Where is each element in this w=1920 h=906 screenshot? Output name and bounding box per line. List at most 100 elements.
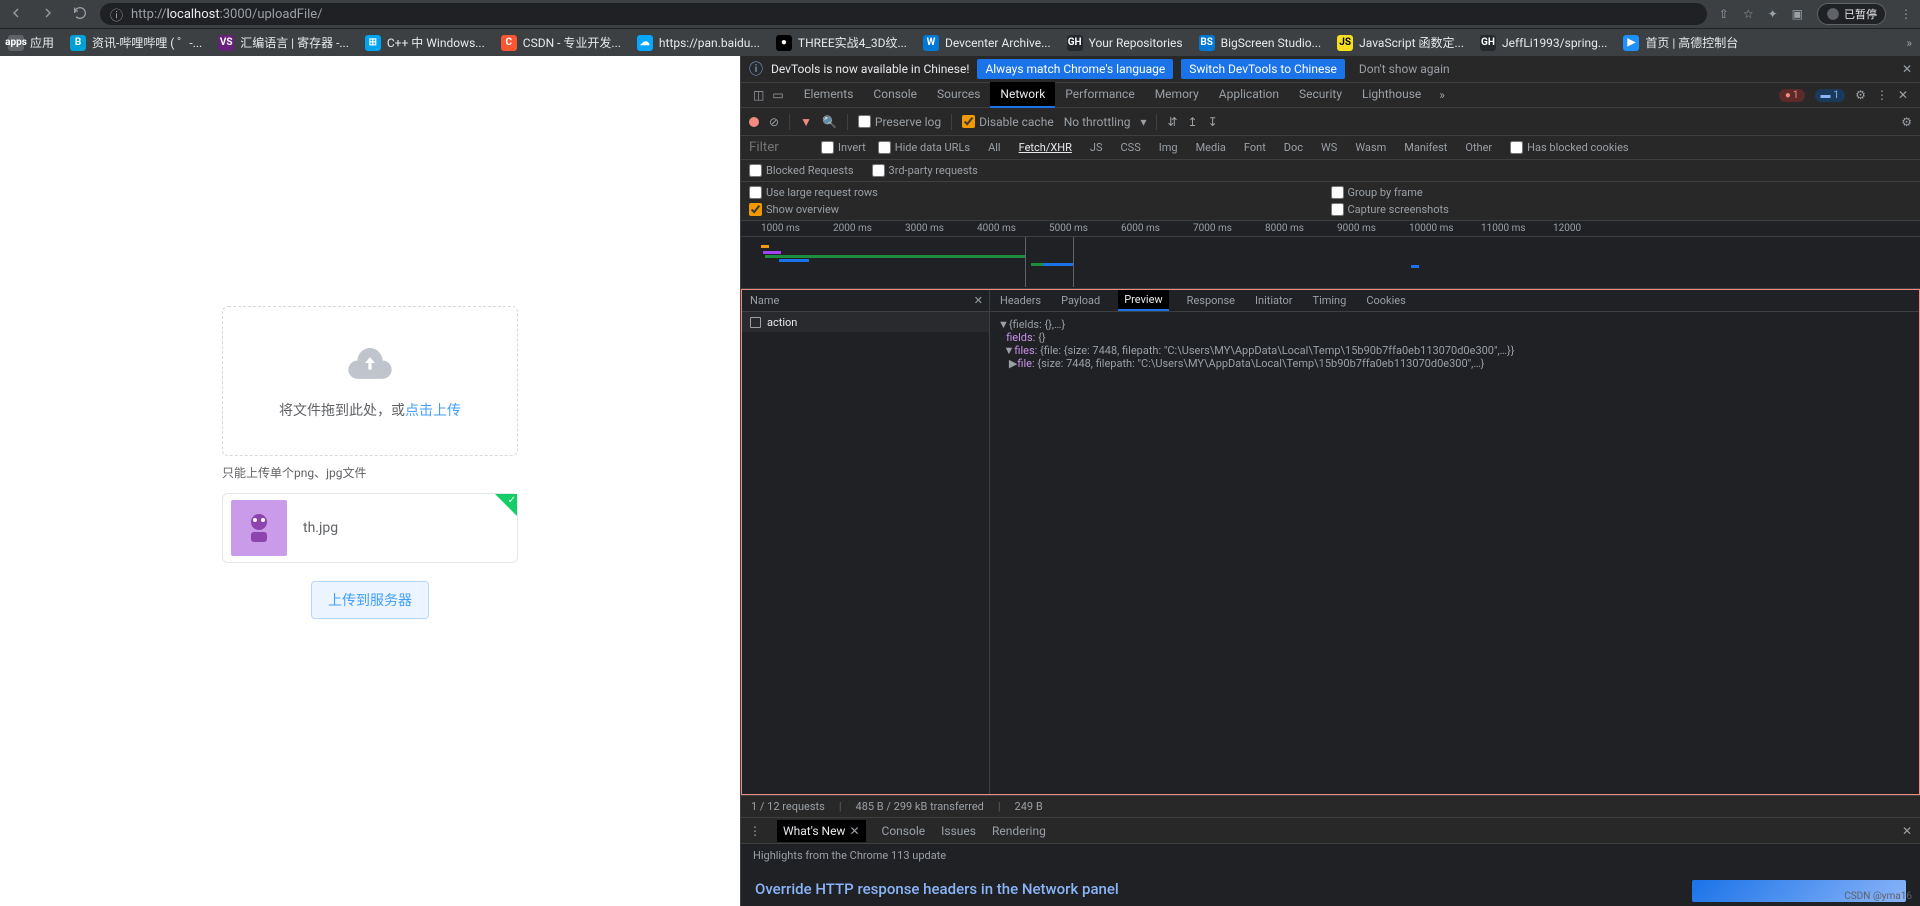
detail-tab-payload[interactable]: Payload [1059, 291, 1102, 310]
devtools-tab-network[interactable]: Network [990, 82, 1055, 108]
preserve-log-checkbox[interactable]: Preserve log [858, 115, 941, 129]
menu-icon[interactable]: ⋮ [1900, 7, 1912, 21]
download-har-icon[interactable]: ↧ [1208, 115, 1218, 129]
bookmark-item[interactable]: GHYour Repositories [1067, 35, 1183, 51]
forward-icon[interactable] [40, 5, 56, 24]
blocked-requests-checkbox[interactable]: Blocked Requests [749, 164, 854, 177]
upload-har-icon[interactable]: ↥ [1188, 115, 1198, 129]
back-icon[interactable] [8, 5, 24, 24]
url-bar[interactable]: ⓘ http://localhost:3000/uploadFile/ [100, 3, 1707, 25]
banner-switch-button[interactable]: Switch DevTools to Chinese [1181, 59, 1345, 79]
bookmark-item[interactable]: ⊞C++ 中 Windows... [365, 34, 485, 51]
settings-icon[interactable]: ⚙ [1855, 88, 1866, 102]
more-tabs-icon[interactable]: » [1433, 88, 1451, 102]
share-icon[interactable]: ⇧ [1719, 7, 1729, 21]
extensions-icon[interactable]: ✦ [1768, 7, 1778, 21]
bookmarks-overflow-icon[interactable]: » [1906, 36, 1912, 50]
detail-tab-cookies[interactable]: Cookies [1364, 291, 1407, 310]
filter-type-fetch-xhr[interactable]: Fetch/XHR [1013, 139, 1078, 156]
bookmark-item[interactable]: ☁https://pan.baidu... [637, 35, 760, 51]
banner-close-icon[interactable]: ✕ [1902, 62, 1912, 76]
close-tab-icon[interactable]: ✕ [849, 824, 859, 838]
drawer-tab-whatsnew[interactable]: What's New ✕ [777, 820, 866, 842]
upload-dropzone[interactable]: 将文件拖到此处，或点击上传 [222, 306, 518, 456]
bookmark-icon[interactable]: ☆ [1743, 7, 1754, 21]
panel-icon[interactable]: ▣ [1792, 7, 1803, 21]
devtools-tab-application[interactable]: Application [1209, 82, 1289, 108]
filter-type-css[interactable]: CSS [1115, 139, 1147, 156]
detail-tab-headers[interactable]: Headers [998, 291, 1043, 310]
wifi-icon[interactable]: ⇵ [1167, 115, 1177, 129]
device-icon[interactable]: ▭ [772, 88, 783, 102]
filter-type-wasm[interactable]: Wasm [1349, 139, 1392, 156]
show-overview-checkbox[interactable]: Show overview [749, 203, 1331, 216]
bookmark-item[interactable]: GHJeffLi1993/spring... [1480, 35, 1607, 51]
group-frame-checkbox[interactable]: Group by frame [1331, 186, 1913, 199]
inspect-icon[interactable]: ◫ [753, 88, 764, 102]
blocked-cookies-checkbox[interactable]: Has blocked cookies [1510, 141, 1628, 154]
filter-type-js[interactable]: JS [1084, 139, 1109, 156]
disable-cache-checkbox[interactable]: Disable cache [962, 115, 1054, 129]
throttling-select[interactable]: No throttling [1064, 115, 1131, 129]
bookmark-item[interactable]: apps应用 [8, 34, 54, 51]
close-devtools-icon[interactable]: ✕ [1898, 88, 1908, 102]
upload-submit-button[interactable]: 上传到服务器 [311, 581, 429, 619]
filter-type-font[interactable]: Font [1238, 139, 1272, 156]
network-settings-icon[interactable]: ⚙ [1901, 115, 1912, 129]
debugger-paused-badge[interactable]: 已暂停 [1817, 3, 1886, 25]
network-timeline[interactable]: 1000 ms2000 ms3000 ms4000 ms5000 ms6000 … [741, 221, 1920, 289]
drawer-tab-console[interactable]: Console [882, 824, 926, 838]
devtools-tab-security[interactable]: Security [1289, 82, 1352, 108]
bookmark-item[interactable]: VS汇编语言 | 寄存器 -... [218, 34, 349, 51]
filter-type-manifest[interactable]: Manifest [1398, 139, 1453, 156]
banner-match-button[interactable]: Always match Chrome's language [977, 59, 1173, 79]
detail-tab-preview[interactable]: Preview [1118, 290, 1168, 311]
error-badge[interactable]: ● 1 [1779, 89, 1805, 102]
devtools-tab-console[interactable]: Console [863, 82, 927, 108]
third-party-checkbox[interactable]: 3rd-party requests [872, 164, 978, 177]
bookmark-item[interactable]: ▶首页 | 高德控制台 [1623, 34, 1738, 51]
record-icon[interactable] [749, 117, 759, 127]
kebab-icon[interactable]: ⋮ [1876, 88, 1888, 102]
bookmark-item[interactable]: ●THREE实战4_3D纹... [776, 34, 907, 51]
bookmark-item[interactable]: B资讯-哔哩哔哩 ( ゜-... [70, 34, 202, 51]
bookmark-item[interactable]: BSBigScreen Studio... [1199, 35, 1322, 51]
filter-type-all[interactable]: All [982, 139, 1007, 156]
search-icon[interactable]: 🔍 [822, 115, 837, 129]
hide-data-urls-checkbox[interactable]: Hide data URLs [878, 141, 970, 154]
uploaded-file-card[interactable]: th.jpg ✓ [222, 493, 518, 563]
devtools-tab-performance[interactable]: Performance [1055, 82, 1144, 108]
drawer-tab-issues[interactable]: Issues [941, 824, 976, 838]
close-detail-icon[interactable]: ✕ [974, 294, 983, 307]
bookmark-item[interactable]: CCSDN - 专业开发... [501, 34, 621, 51]
filter-type-ws[interactable]: WS [1315, 139, 1343, 156]
bookmark-item[interactable]: WDevcenter Archive... [923, 35, 1051, 51]
response-preview[interactable]: ▼{fields: {},…} fields: {} ▼files: {file… [990, 312, 1919, 794]
devtools-tab-elements[interactable]: Elements [794, 82, 864, 108]
bookmark-item[interactable]: JSJavaScript 函数定... [1337, 34, 1464, 51]
devtools-tab-sources[interactable]: Sources [927, 82, 990, 108]
drawer-tab-rendering[interactable]: Rendering [992, 824, 1046, 838]
info-badge[interactable]: ▬ 1 [1815, 89, 1846, 102]
filter-type-media[interactable]: Media [1190, 139, 1232, 156]
clear-icon[interactable]: ⊘ [769, 115, 779, 129]
reload-icon[interactable] [72, 5, 88, 24]
devtools-tab-memory[interactable]: Memory [1145, 82, 1209, 108]
drawer-close-icon[interactable]: ✕ [1902, 824, 1912, 838]
filter-toggle-icon[interactable]: ▼ [800, 115, 812, 129]
filter-type-other[interactable]: Other [1459, 139, 1498, 156]
detail-tab-response[interactable]: Response [1185, 291, 1237, 310]
throttle-caret-icon[interactable]: ▾ [1140, 115, 1146, 129]
large-rows-checkbox[interactable]: Use large request rows [749, 186, 1331, 199]
devtools-tab-lighthouse[interactable]: Lighthouse [1352, 82, 1431, 108]
filter-input[interactable] [749, 140, 809, 155]
banner-dont-show[interactable]: Don't show again [1359, 62, 1450, 76]
filter-type-doc[interactable]: Doc [1278, 139, 1309, 156]
invert-checkbox[interactable]: Invert [821, 141, 866, 154]
site-info-icon[interactable]: ⓘ [110, 5, 123, 24]
request-row[interactable]: action [742, 312, 989, 332]
screenshots-checkbox[interactable]: Capture screenshots [1331, 203, 1913, 216]
filter-type-img[interactable]: Img [1153, 139, 1184, 156]
detail-tab-initiator[interactable]: Initiator [1253, 291, 1295, 310]
drawer-menu-icon[interactable]: ⋮ [749, 824, 761, 838]
